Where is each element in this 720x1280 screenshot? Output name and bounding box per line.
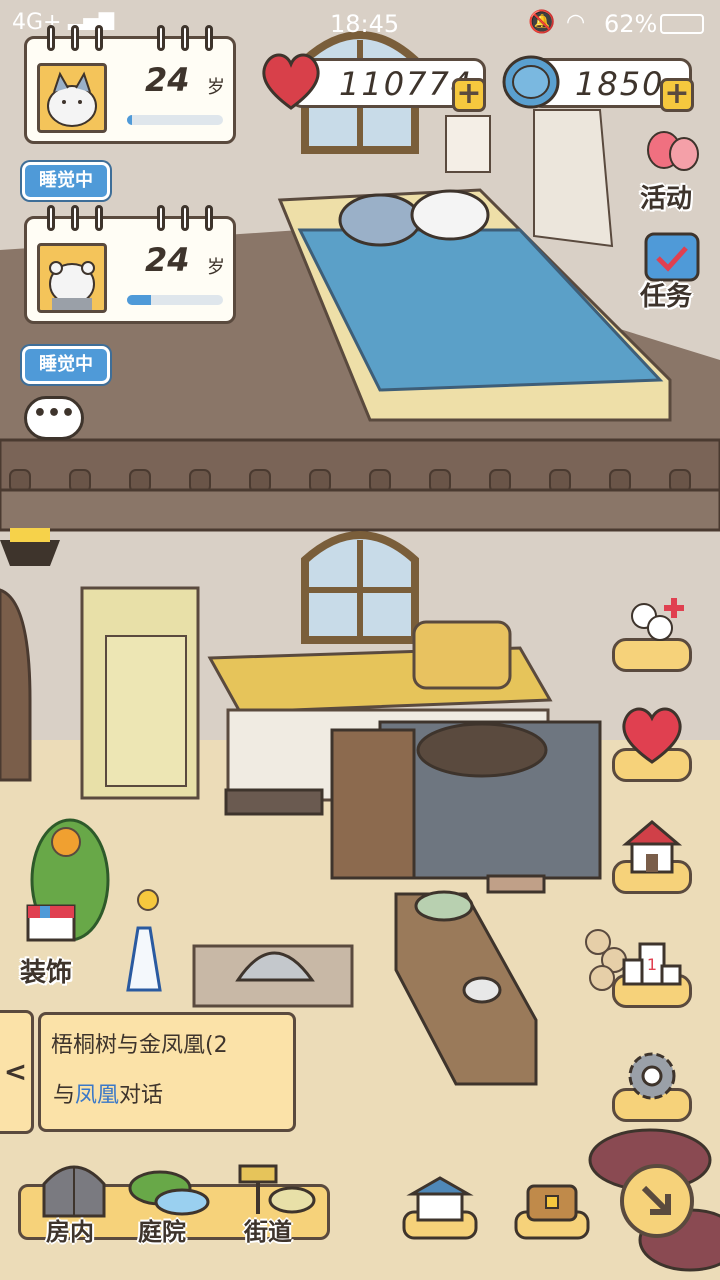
nav-room-button[interactable]: 房内 bbox=[36, 1154, 116, 1246]
heart-menu-icon bbox=[622, 707, 682, 764]
ring-decor bbox=[95, 205, 103, 231]
cat-age: 24 bbox=[145, 241, 190, 279]
nav-yard-label: 庭院 bbox=[138, 1218, 186, 1246]
battery-icon bbox=[660, 14, 704, 34]
growth-progress bbox=[127, 295, 223, 305]
chest-button[interactable] bbox=[512, 1172, 592, 1242]
balloon-icon bbox=[647, 131, 699, 171]
yard-icon bbox=[128, 1170, 210, 1216]
ring-decor bbox=[157, 25, 165, 51]
growth-progress-fill bbox=[127, 295, 151, 305]
signpost-icon bbox=[238, 1164, 316, 1214]
quest-objective-target: 凤凰 bbox=[75, 1083, 120, 1108]
ring-decor bbox=[157, 205, 165, 231]
quest-title: 梧桐树与金凤凰(2 bbox=[51, 1033, 228, 1058]
ranking-icon: 1 bbox=[622, 942, 682, 986]
cat-card-2[interactable]: 24 岁 bbox=[24, 205, 236, 324]
quest-collapse-button[interactable]: < bbox=[0, 1010, 34, 1134]
cat-card-1[interactable]: 24 岁 bbox=[24, 25, 236, 144]
coins-value: 1850 bbox=[575, 65, 665, 103]
add-coins-button[interactable]: + bbox=[660, 78, 694, 112]
settings-button[interactable] bbox=[612, 1044, 692, 1122]
heart-icon bbox=[262, 53, 320, 110]
shop-icon bbox=[402, 1176, 478, 1240]
clock: 18:45 bbox=[330, 10, 400, 38]
ring-decor bbox=[95, 25, 103, 51]
quest-objective: 与凤凰对话 bbox=[53, 1077, 163, 1109]
add-cat-button[interactable] bbox=[612, 594, 692, 672]
door-icon bbox=[42, 1165, 106, 1218]
paint-palette-icon bbox=[26, 904, 76, 942]
ring-decor bbox=[71, 205, 79, 231]
cat-age: 24 bbox=[145, 61, 190, 99]
store-button[interactable] bbox=[400, 1172, 480, 1242]
bottlecap-icon bbox=[502, 55, 560, 109]
home-button[interactable] bbox=[612, 816, 692, 894]
cat-status-badge: 睡觉中 bbox=[22, 346, 110, 384]
nav-street-label: 街道 bbox=[244, 1218, 292, 1246]
cat-status-badge: 睡觉中 bbox=[22, 162, 110, 200]
quest-panel[interactable]: 梧桐树与金凤凰(2 与凤凰对话 bbox=[38, 1012, 296, 1132]
treasure-chest-icon bbox=[514, 1184, 590, 1240]
nav-room-label: 房内 bbox=[46, 1218, 94, 1246]
growth-progress-fill bbox=[127, 115, 132, 125]
cat-avatar bbox=[37, 243, 107, 313]
add-cat-icon bbox=[631, 598, 684, 641]
ring-decor bbox=[181, 205, 189, 231]
house-icon bbox=[621, 820, 683, 874]
ring-decor bbox=[205, 25, 213, 51]
arrow-down-right-icon bbox=[641, 1185, 671, 1215]
tasks-label: 任务 bbox=[640, 282, 693, 312]
cat-avatar bbox=[37, 63, 107, 133]
activity-label: 活动 bbox=[640, 184, 693, 214]
ring-decor bbox=[205, 205, 213, 231]
svg-text:1: 1 bbox=[647, 955, 657, 974]
age-unit: 岁 bbox=[207, 77, 225, 98]
battery-percent: 62% bbox=[604, 10, 658, 38]
favorites-button[interactable] bbox=[612, 704, 692, 782]
mute-icon: 🔕 bbox=[528, 10, 556, 35]
nav-street-button[interactable]: 街道 bbox=[218, 1160, 322, 1246]
collapse-menu-button[interactable] bbox=[620, 1164, 694, 1238]
checklist-icon bbox=[644, 232, 700, 282]
decorate-button[interactable]: 装饰 bbox=[18, 900, 88, 990]
activity-button[interactable]: 活动 bbox=[636, 130, 712, 216]
decorate-label: 装饰 bbox=[20, 958, 73, 988]
tasks-button[interactable]: 任务 bbox=[636, 232, 712, 318]
gear-icon bbox=[628, 1052, 676, 1100]
nav-yard-button[interactable]: 庭院 bbox=[120, 1158, 216, 1246]
ring-decor bbox=[47, 25, 55, 51]
quest-objective-prefix: 与 bbox=[53, 1083, 76, 1108]
growth-progress bbox=[127, 115, 223, 125]
quest-objective-suffix: 对话 bbox=[119, 1083, 164, 1108]
age-unit: 岁 bbox=[207, 257, 225, 278]
ring-decor bbox=[71, 25, 79, 51]
add-hearts-button[interactable]: + bbox=[452, 78, 486, 112]
ranking-button[interactable]: 1 bbox=[612, 930, 692, 1008]
wifi-icon: ◠ bbox=[566, 10, 586, 35]
ring-decor bbox=[47, 205, 55, 231]
ring-decor bbox=[181, 25, 189, 51]
chat-bubble-icon[interactable]: ••• bbox=[24, 396, 84, 440]
